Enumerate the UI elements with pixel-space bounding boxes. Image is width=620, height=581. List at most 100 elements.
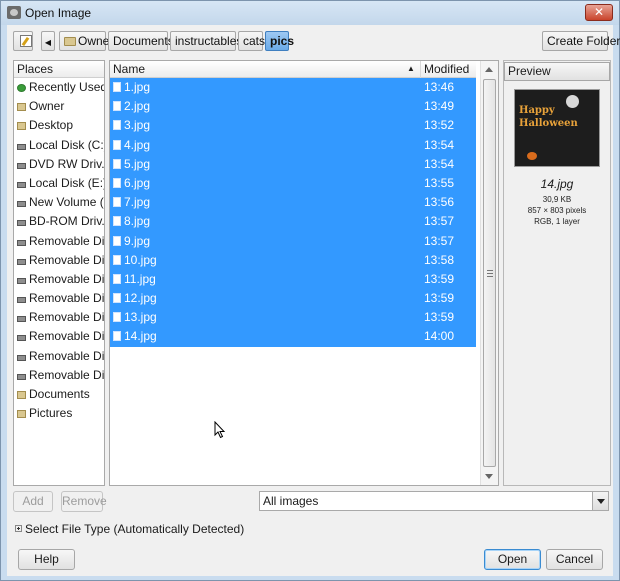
places-item-label: Removable Di... (29, 348, 104, 363)
select-file-type-expander[interactable]: Select File Type (Automatically Detected… (15, 522, 244, 536)
places-item[interactable]: Local Disk (E:) (14, 174, 104, 193)
add-bookmark-button[interactable]: Add (13, 491, 53, 512)
cancel-button[interactable]: Cancel (546, 549, 603, 570)
file-row[interactable]: 1.jpg 13:46 (110, 78, 476, 98)
remove-bookmark-button[interactable]: Remove (61, 491, 107, 512)
scrollbar-thumb[interactable] (483, 79, 496, 467)
places-item[interactable]: BD-ROM Driv... (14, 212, 104, 231)
help-button[interactable]: Help (18, 549, 75, 570)
file-row[interactable]: 13.jpg 13:59 (110, 308, 476, 328)
crumb-documents[interactable]: Documents (108, 31, 174, 51)
places-item-label: Local Disk (C:) (29, 137, 104, 152)
file-row[interactable]: 4.jpg 13:54 (110, 135, 476, 155)
file-name: 5.jpg (124, 156, 151, 171)
drive-icon (17, 258, 26, 265)
places-item[interactable]: Removable Di... (14, 366, 104, 385)
preview-dimensions: 857 × 803 pixels (527, 206, 587, 215)
places-item[interactable]: Removable Di... (14, 347, 104, 366)
file-name: 1.jpg (124, 80, 151, 94)
file-modified: 14:00 (424, 329, 455, 344)
grip-icon (487, 270, 493, 277)
places-item[interactable]: Owner (14, 97, 104, 116)
create-folder-button[interactable]: Create Folder (542, 31, 620, 51)
file-row[interactable]: 8.jpg 13:57 (110, 212, 476, 232)
file-row[interactable]: 14.jpg 14:00 (110, 327, 476, 347)
file-modified: 13:54 (424, 137, 455, 152)
file-row[interactable]: 3.jpg 13:52 (110, 116, 476, 136)
file-row[interactable]: 11.jpg 13:59 (110, 269, 476, 290)
scroll-down-arrow-icon[interactable] (485, 474, 493, 479)
file-row[interactable]: 10.jpg 13:58 (110, 250, 476, 270)
pumpkin-shape (527, 152, 537, 160)
drive-icon (17, 162, 26, 169)
file-list-header: Name ▲ Modified ◀ (110, 61, 476, 96)
file-row[interactable]: 7.jpg 13:56 (110, 193, 476, 213)
crumb-instructables[interactable]: instructables (170, 31, 242, 51)
file-list-scrollbar[interactable] (480, 61, 498, 485)
file-modified: 13:52 (424, 118, 455, 133)
places-item-label: Removable Di... (29, 329, 104, 344)
crumb-cats[interactable]: cats (238, 31, 265, 51)
places-item[interactable]: Removable Di... (14, 232, 104, 251)
file-row[interactable]: 12.jpg 13:59 (110, 289, 476, 309)
mouse-cursor-icon (214, 421, 226, 439)
file-name: 6.jpg (124, 175, 151, 190)
open-button[interactable]: Open (484, 549, 541, 570)
places-list: Recently Used Owner Desktop Local Disk (C:)… (14, 78, 104, 423)
crumb-owner[interactable]: Owner (59, 31, 113, 51)
file-name: 4.jpg (124, 137, 151, 152)
file-modified: 13:49 (424, 99, 455, 114)
chevron-left-icon: ◀ (44, 38, 52, 47)
file-name: 2.jpg (124, 99, 151, 114)
places-item-label: Pictures (29, 406, 73, 421)
file-filter-select[interactable]: All images (259, 491, 609, 511)
places-item-label: Owner (29, 99, 65, 114)
places-header[interactable]: Places (14, 61, 104, 78)
column-name-header[interactable]: Name (113, 61, 145, 77)
places-item[interactable]: Pictures (14, 404, 104, 423)
places-item-label: Local Disk (E:) (29, 175, 104, 190)
places-item[interactable]: New Volume (... (14, 193, 104, 212)
sort-ascending-icon: ▲ (407, 64, 415, 73)
places-item-label: DVD RW Driv... (29, 156, 104, 171)
places-item[interactable]: Desktop (14, 116, 104, 135)
places-item[interactable]: Recently Used (14, 78, 104, 97)
places-item-label: Recently Used (29, 80, 104, 94)
edit-location-button[interactable] (13, 31, 33, 51)
file-modified: 13:58 (424, 252, 455, 267)
places-item[interactable]: Removable Di... (14, 270, 104, 289)
places-item[interactable]: Removable Di... (14, 308, 104, 327)
image-file-icon (113, 331, 121, 342)
drive-icon (17, 239, 26, 246)
file-row[interactable]: 9.jpg 13:57 (110, 231, 476, 251)
places-item-label: Removable Di... (29, 271, 104, 286)
drive-icon (17, 354, 26, 361)
close-button[interactable]: ✕ (585, 4, 613, 21)
scroll-up-arrow-icon[interactable] (485, 67, 493, 72)
file-modified: 13:56 (424, 195, 455, 210)
image-file-icon (113, 293, 121, 304)
recent-icon (17, 84, 26, 92)
places-item[interactable]: Local Disk (C:) (14, 136, 104, 155)
title-bar[interactable]: Open Image ✕ (1, 1, 619, 25)
file-row[interactable]: 5.jpg 13:54 (110, 154, 476, 174)
places-item-label: Documents (29, 387, 90, 401)
drive-icon (17, 373, 26, 380)
places-item[interactable]: Removable Di... (14, 251, 104, 270)
crumb-pics[interactable]: pics (265, 31, 294, 51)
places-item[interactable]: DVD RW Driv... (14, 155, 104, 174)
folder-icon (17, 103, 26, 112)
places-item[interactable]: Removable Di... (14, 327, 104, 346)
places-item[interactable]: Documents (14, 385, 104, 404)
preview-header[interactable]: Preview (504, 62, 610, 81)
file-row[interactable]: 6.jpg 13:55 (110, 173, 476, 194)
file-modified: 13:57 (424, 233, 455, 248)
places-item[interactable]: Removable Di... (14, 289, 104, 308)
file-modified: 13:55 (424, 175, 455, 190)
dropdown-arrow-icon[interactable] (592, 492, 608, 510)
drive-icon (17, 181, 26, 188)
path-back-button[interactable]: ◀ (41, 31, 55, 51)
file-row[interactable]: 2.jpg 13:49 (110, 97, 476, 117)
places-item-label: Removable Di... (29, 252, 104, 267)
file-name: 12.jpg (124, 291, 157, 306)
